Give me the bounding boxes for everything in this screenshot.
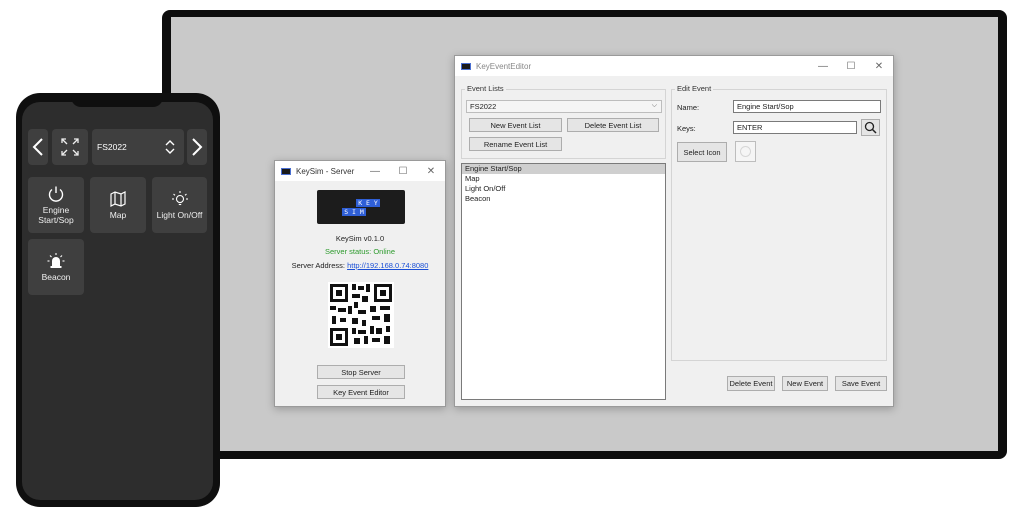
server-version: KeySim v0.1.0 bbox=[335, 234, 385, 243]
fullscreen-button[interactable] bbox=[52, 129, 88, 165]
maximize-button[interactable]: ☐ bbox=[389, 161, 417, 181]
keys-field[interactable]: ENTER bbox=[733, 121, 857, 134]
server-titlebar[interactable]: KeySim - Server — ☐ ✕ bbox=[275, 161, 445, 181]
minimize-button[interactable]: — bbox=[361, 161, 389, 181]
phone-notch bbox=[71, 93, 163, 107]
save-event-button[interactable]: Save Event bbox=[835, 376, 887, 391]
new-event-list-button[interactable]: New Event List bbox=[469, 118, 562, 132]
name-label: Name: bbox=[677, 103, 700, 112]
editor-window: KeyEventEditor — ☐ ✕ Event Lists FS2022 … bbox=[454, 55, 894, 407]
chevron-right-icon bbox=[192, 138, 203, 156]
updown-chevron-icon bbox=[165, 140, 175, 154]
tile-engine-start[interactable]: Engine Start/Sop bbox=[28, 177, 84, 233]
key-event-editor-button[interactable]: Key Event Editor bbox=[317, 385, 405, 399]
beacon-icon bbox=[47, 253, 65, 268]
event-list-select-value: FS2022 bbox=[470, 102, 497, 111]
tile-light[interactable]: Light On/Off bbox=[152, 177, 207, 233]
server-address: Server Address: http://192.168.0.74:8080 bbox=[275, 261, 445, 270]
server-status: Server status: Online bbox=[324, 247, 396, 256]
keysim-logo: K E Y S I M bbox=[317, 190, 405, 224]
minimize-button[interactable]: — bbox=[809, 56, 837, 76]
fullscreen-icon bbox=[61, 138, 79, 156]
icon-preview bbox=[735, 141, 756, 162]
tile-map[interactable]: Map bbox=[90, 177, 146, 233]
rename-event-list-button[interactable]: Rename Event List bbox=[469, 137, 562, 151]
event-list-dropdown[interactable]: FS2022 bbox=[92, 129, 184, 165]
server-window-title: KeySim - Server bbox=[296, 166, 355, 176]
logo-text-bottom: S I M bbox=[342, 207, 366, 216]
phone-screen: FS2022 Engine Start/Sop Map Light On/Off… bbox=[22, 102, 213, 500]
keys-label: Keys: bbox=[677, 124, 696, 133]
tile-label: Beacon bbox=[41, 272, 71, 282]
new-event-button[interactable]: New Event bbox=[782, 376, 828, 391]
qr-code bbox=[328, 282, 394, 348]
lightbulb-icon bbox=[171, 191, 188, 206]
keysim-app-icon bbox=[281, 167, 291, 175]
list-item[interactable]: Light On/Off bbox=[462, 184, 665, 194]
close-button[interactable]: ✕ bbox=[865, 56, 893, 76]
tile-label: Map bbox=[109, 210, 127, 220]
editor-app-icon bbox=[461, 62, 471, 70]
event-list-select[interactable]: FS2022 ⌵ bbox=[466, 100, 662, 113]
search-icon bbox=[864, 121, 877, 134]
stop-server-button[interactable]: Stop Server bbox=[317, 365, 405, 379]
tile-label: Engine Start/Sop bbox=[38, 205, 74, 225]
events-listbox[interactable]: Engine Start/Sop Map Light On/Off Beacon bbox=[461, 163, 666, 400]
editor-window-title: KeyEventEditor bbox=[476, 61, 532, 71]
tile-beacon[interactable]: Beacon bbox=[28, 239, 84, 295]
map-icon bbox=[110, 191, 126, 207]
next-list-button[interactable] bbox=[187, 129, 207, 165]
server-address-link[interactable]: http://192.168.0.74:8080 bbox=[347, 261, 428, 270]
power-icon bbox=[740, 146, 751, 157]
chevron-down-icon: ⌵ bbox=[651, 102, 657, 109]
list-item[interactable]: Map bbox=[462, 174, 665, 184]
chevron-left-icon bbox=[32, 138, 43, 156]
tile-label: Light On/Off bbox=[156, 210, 203, 220]
editor-titlebar[interactable]: KeyEventEditor — ☐ ✕ bbox=[455, 56, 893, 76]
list-item[interactable]: Beacon bbox=[462, 194, 665, 204]
search-keys-button[interactable] bbox=[861, 119, 880, 136]
server-address-label: Server Address: bbox=[291, 261, 345, 270]
event-lists-label: Event Lists bbox=[465, 84, 506, 93]
close-button[interactable]: ✕ bbox=[417, 161, 445, 181]
power-icon bbox=[48, 186, 64, 202]
maximize-button[interactable]: ☐ bbox=[837, 56, 865, 76]
server-window: KeySim - Server — ☐ ✕ K E Y S I M KeySim… bbox=[274, 160, 446, 407]
prev-list-button[interactable] bbox=[28, 129, 48, 165]
event-name-field[interactable]: Engine Start/Sop bbox=[733, 100, 881, 113]
scene: KeySim - Server — ☐ ✕ K E Y S I M KeySim… bbox=[0, 0, 1024, 519]
list-item[interactable]: Engine Start/Sop bbox=[462, 164, 665, 174]
delete-event-button[interactable]: Delete Event bbox=[727, 376, 775, 391]
event-list-dropdown-value: FS2022 bbox=[97, 142, 127, 152]
select-icon-button[interactable]: Select Icon bbox=[677, 142, 727, 162]
logo-text-top: K E Y bbox=[356, 198, 380, 207]
delete-event-list-button[interactable]: Delete Event List bbox=[567, 118, 659, 132]
edit-event-label: Edit Event bbox=[675, 84, 714, 93]
